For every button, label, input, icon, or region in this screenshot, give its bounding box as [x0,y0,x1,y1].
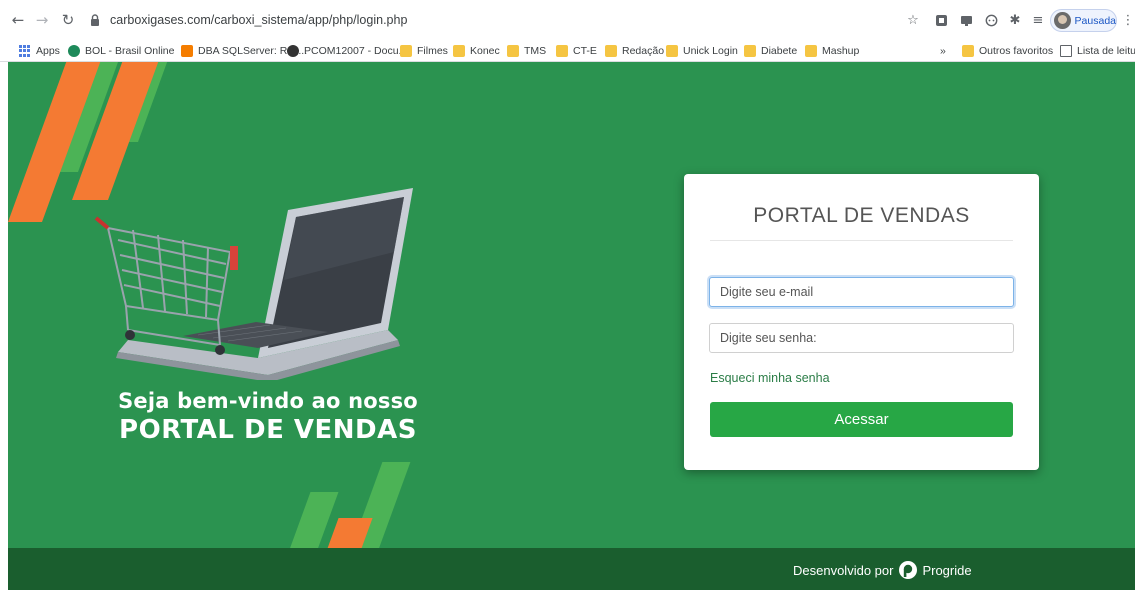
folder-icon [805,45,817,57]
login-submit-button[interactable]: Acessar [710,402,1013,437]
bookmark-other-favorites[interactable]: Outros favoritos [962,43,1053,59]
lock-icon [88,13,102,27]
bookmark-label: Diabete [761,45,798,57]
bookmark-folder-mashup[interactable]: Mashup [805,43,859,59]
bookmark-label: BOL - Brasil Online [85,45,175,57]
bol-icon [68,45,80,57]
welcome-headline: PORTAL DE VENDAS [119,415,417,445]
bookmark-label: PCOM12007 - Docu... [304,45,408,57]
browser-toolbar: ← → ↻ carboxigases.com/carboxi_sistema/a… [0,0,1135,40]
bookmark-bol[interactable]: BOL - Brasil Online [68,43,174,59]
bookmark-folder-redacao[interactable]: Redação [605,43,664,59]
reading-list-icon [1060,45,1072,57]
forward-arrow-icon[interactable]: → [32,10,52,30]
bookmark-folder-cte[interactable]: CT-E [556,43,597,59]
progride-logo-icon [899,561,918,579]
chat-extension-icon[interactable] [983,12,999,28]
media-queue-icon[interactable]: ≡ [1030,12,1046,28]
login-title: PORTAL DE VENDAS [753,204,970,227]
bookmark-label: Filmes [417,45,448,57]
bookmark-label: Apps [36,45,60,57]
folder-icon [666,45,678,57]
bookmark-label: Unick Login [683,45,738,57]
site-icon [287,45,299,57]
bookmarks-bar: Apps BOL - Brasil Online DBA SQLServer: … [0,40,1135,62]
back-arrow-icon[interactable]: ← [8,10,28,30]
url-text: carboxigases.com/carboxi_sistema/app/php… [110,13,408,27]
overflow-chevron-icon: » [940,45,946,57]
credit-label: Desenvolvido por [793,562,894,578]
folder-icon [400,45,412,57]
bookmark-folder-filmes[interactable]: Filmes [400,43,448,59]
welcome-line: Seja bem-vindo ao nosso [118,389,418,413]
more-menu-icon[interactable]: ⋮ [1120,12,1135,28]
page-footer: Desenvolvido por Progride [8,548,1135,590]
folder-icon [744,45,756,57]
bookmark-folder-konec[interactable]: Konec [453,43,500,59]
folder-icon [605,45,617,57]
bookmark-label: Mashup [822,45,860,57]
bookmark-label: Outros favoritos [979,45,1054,57]
bookmark-label: Lista de leitura [1077,45,1135,57]
puzzle-extensions-icon[interactable]: ✱ [1007,12,1023,28]
bookmark-label: TMS [524,45,547,57]
welcome-message: Seja bem-vindo ao nosso PORTAL DE VENDAS [98,389,438,445]
reading-list-button[interactable]: Lista de leitura [1060,43,1135,59]
developer-credit: Desenvolvido por Progride [793,560,972,580]
password-input[interactable] [709,323,1014,353]
address-field[interactable]: carboxigases.com/carboxi_sistema/app/php… [88,9,898,31]
bookmark-label: Konec [470,45,500,57]
forgot-password-link[interactable]: Esqueci minha senha [710,371,830,385]
profile-button[interactable]: Pausada [1050,9,1117,32]
bookmark-pcom12007[interactable]: PCOM12007 - Docu... [287,43,407,59]
bookmark-folder-unick-login[interactable]: Unick Login [666,43,738,59]
bookmark-folder-diabete[interactable]: Diabete [744,43,797,59]
extension-icon[interactable] [933,12,949,28]
title-divider [710,240,1013,241]
folder-icon [453,45,465,57]
reload-icon[interactable]: ↻ [58,10,78,30]
folder-icon [962,45,974,57]
bookmark-star-icon[interactable]: ☆ [905,12,921,28]
bookmark-apps[interactable]: Apps [19,43,60,59]
laptop-cart-illustration [94,188,413,380]
bookmark-folder-tms[interactable]: TMS [507,43,546,59]
profile-label: Pausada [1074,14,1116,27]
login-card: PORTAL DE VENDAS Esqueci minha senha Ace… [684,174,1039,470]
extension-icon[interactable] [958,12,974,28]
bookmarks-overflow-button[interactable]: » [940,43,946,59]
brand-name[interactable]: Progride [922,563,971,578]
apps-grid-icon [19,45,31,57]
avatar [1054,12,1071,29]
login-page: Seja bem-vindo ao nosso PORTAL DE VENDAS… [8,62,1135,590]
folder-icon [556,45,568,57]
blogger-icon [181,45,193,57]
bookmark-label: CT-E [573,45,597,57]
email-input[interactable] [709,277,1014,307]
bookmark-label: Redação [622,45,665,57]
folder-icon [507,45,519,57]
